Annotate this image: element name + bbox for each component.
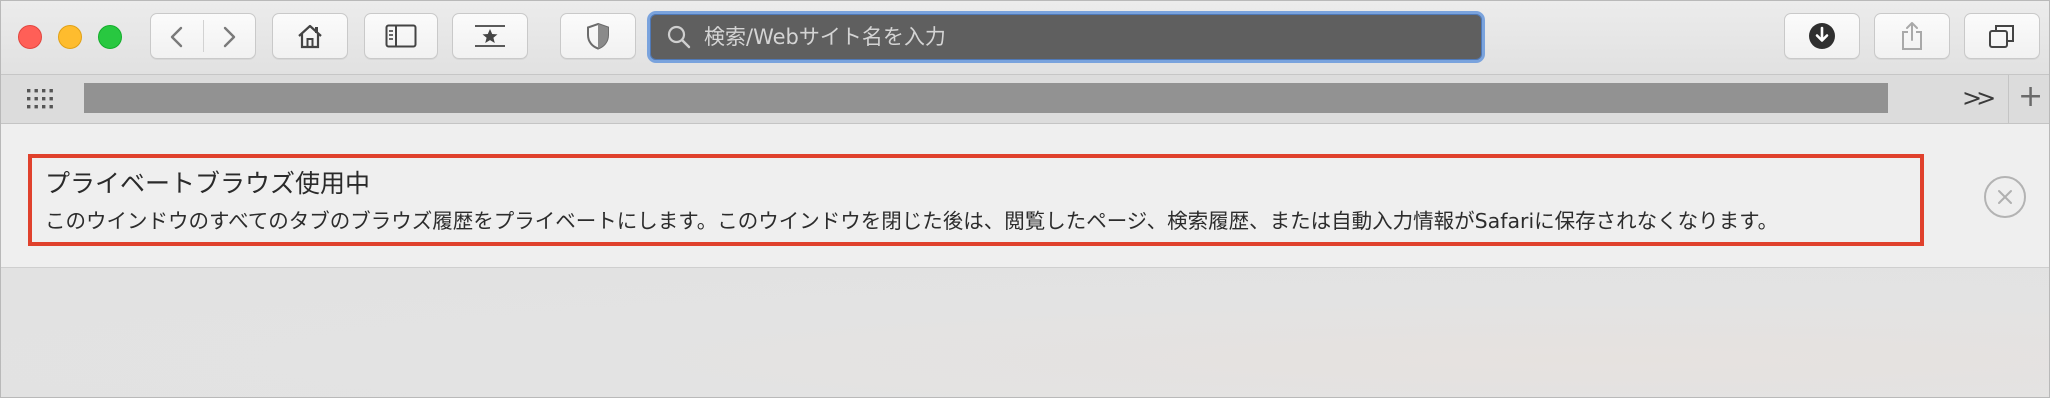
favorites-bar: >> + [0,75,2050,124]
download-icon [1809,23,1835,49]
tab-overview-icon [1989,25,2014,48]
new-tab-button[interactable]: + [2018,81,2043,113]
shield-icon [587,22,609,50]
address-bar [647,11,1485,63]
toolbar [0,0,2050,75]
zoom-window-button[interactable] [98,25,122,49]
page-content [0,268,2050,398]
minimize-window-button[interactable] [58,25,82,49]
safari-window: >> + プライベートブラウズ使用中 このウインドウのすべてのタブのブラウズ履歴… [0,0,2050,398]
favorites-divider [2008,75,2009,123]
share-icon [1902,22,1922,50]
apps-grid-icon[interactable] [26,88,54,110]
favorites-strip[interactable] [84,83,1888,113]
private-browsing-banner: プライベートブラウズ使用中 このウインドウのすべてのタブのブラウズ履歴をプライベ… [0,124,2050,268]
address-input[interactable] [702,16,1482,58]
search-icon [667,25,691,49]
private-notice-body: このウインドウのすべてのタブのブラウズ履歴をプライベートにします。このウインドウ… [45,209,1779,233]
segment-divider [203,20,204,52]
back-button[interactable] [167,26,187,48]
forward-button[interactable] [219,26,239,48]
highlight-box: プライベートブラウズ使用中 このウインドウのすべてのタブのブラウズ履歴をプライベ… [28,154,1924,246]
home-button[interactable] [272,13,348,59]
home-icon [298,24,322,49]
sidebar-icon [385,24,417,48]
sidebar-button[interactable] [364,13,438,59]
back-forward-group [150,13,256,59]
chevron-left-icon [170,26,183,48]
star-icon [475,25,505,47]
close-icon [1998,190,2012,204]
privacy-report-button[interactable] [560,13,636,59]
dismiss-banner-button[interactable] [1984,176,2026,218]
close-window-button[interactable] [18,25,42,49]
private-notice-title: プライベートブラウズ使用中 [45,169,371,198]
favorites-button[interactable] [452,13,528,59]
share-button[interactable] [1874,13,1950,59]
chevron-right-icon [223,26,236,48]
favorites-overflow-button[interactable]: >> [1962,84,1996,112]
tab-overview-button[interactable] [1964,13,2040,59]
downloads-button[interactable] [1784,13,1860,59]
